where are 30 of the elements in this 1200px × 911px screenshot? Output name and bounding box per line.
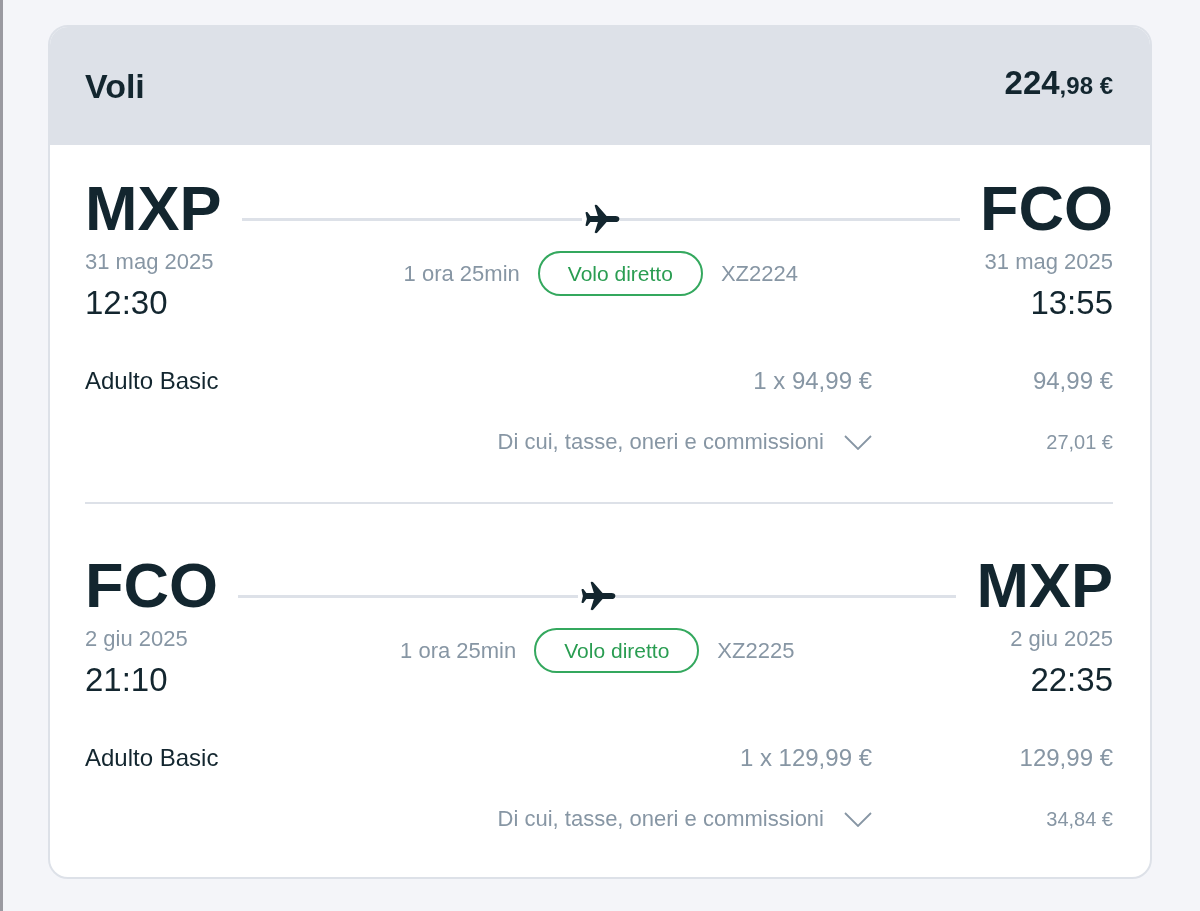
departure-date: 2 giu 2025 — [85, 626, 188, 652]
flight-duration: 1 ora 25min — [403, 260, 520, 287]
direct-flight-tag: Volo diretto — [537, 251, 703, 296]
departure-date: 31 mag 2025 — [85, 249, 214, 275]
departure-time: 12:30 — [85, 284, 168, 322]
fare-label: Adulto Basic — [85, 743, 220, 773]
total-price: 224,98 € — [1004, 63, 1113, 103]
arrival-time: 22:35 — [1030, 661, 1113, 699]
fare-total: 94,99 € — [1031, 366, 1113, 396]
unit-price: 1 x 129,99 € — [738, 743, 872, 773]
airport-code: MXP — [976, 553, 1113, 617]
flight-number: XZ2225 — [717, 637, 795, 664]
arrival-date: 31 mag 2025 — [984, 249, 1113, 275]
fare-label: Adulto Basic — [85, 366, 220, 396]
section-title: Voli — [85, 66, 145, 106]
taxes-toggle[interactable]: Di cui, tasse, oneri e commissioni — [497, 427, 872, 457]
airport-code: FCO — [980, 176, 1113, 240]
arrival-time: 13:55 — [1030, 284, 1113, 322]
airport-code: MXP — [85, 176, 222, 240]
arrival-date: 2 giu 2025 — [1010, 626, 1113, 652]
airport-code: FCO — [85, 553, 218, 617]
direct-flight-tag: Volo diretto — [534, 628, 700, 673]
unit-price: 1 x 94,99 € — [752, 366, 872, 396]
departure-time: 21:10 — [85, 661, 168, 699]
flight-duration: 1 ora 25min — [400, 637, 517, 664]
fare-total: 129,99 € — [1018, 743, 1113, 773]
tax-amount: 27,01 € — [1045, 430, 1113, 455]
flight-number: XZ2224 — [720, 260, 798, 287]
tax-amount: 34,84 € — [1045, 807, 1113, 832]
taxes-toggle[interactable]: Di cui, tasse, oneri e commissioni — [497, 804, 872, 834]
